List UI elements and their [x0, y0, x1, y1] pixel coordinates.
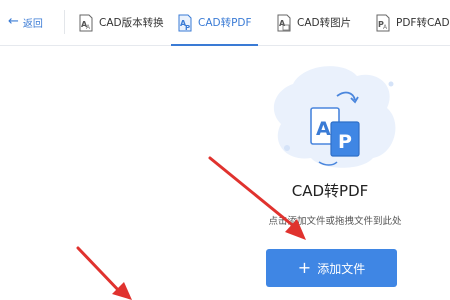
tab-label: CAD版本转换	[99, 17, 164, 29]
nav-divider	[64, 10, 65, 34]
add-file-button[interactable]: + 添加文件	[266, 249, 397, 287]
top-nav-bar: ← 返回 A A CAD版本转换 A P CAD转PDF A CAD转图片 P …	[0, 0, 450, 46]
back-button[interactable]: ← 返回	[8, 14, 43, 30]
tab-cad-to-pdf[interactable]: A P CAD转PDF	[171, 0, 258, 46]
cad-to-image-icon: A	[277, 14, 291, 31]
illustration-letter-a: A	[316, 118, 331, 140]
tab-cad-to-image[interactable]: A CAD转图片	[276, 0, 351, 45]
cad-to-pdf-illustration: A P	[273, 66, 396, 168]
back-label: 返回	[22, 18, 43, 30]
plus-icon: +	[297, 258, 312, 277]
drop-zone-hint[interactable]: 点击添加文件或拖拽文件到此处	[250, 213, 420, 227]
cad-version-icon: A A	[79, 14, 93, 31]
svg-text:P: P	[185, 24, 190, 32]
back-arrow-icon: ←	[8, 14, 19, 29]
tab-label: CAD转PDF	[198, 17, 252, 29]
cad-to-pdf-icon: A P	[178, 14, 192, 32]
annotation-arrow	[76, 246, 132, 300]
tab-cad-version[interactable]: A A CAD版本转换	[78, 0, 164, 45]
add-file-label: 添加文件	[317, 261, 366, 276]
tab-label: CAD转图片	[297, 17, 352, 29]
pdf-to-cad-icon: P A	[376, 14, 390, 31]
tab-pdf-to-cad[interactable]: P A PDF转CAD	[375, 0, 450, 45]
illustration-letter-p: P	[338, 131, 352, 153]
svg-text:A: A	[279, 19, 286, 28]
tab-label: PDF转CAD	[396, 17, 450, 29]
page-title: CAD转PDF	[291, 182, 369, 200]
